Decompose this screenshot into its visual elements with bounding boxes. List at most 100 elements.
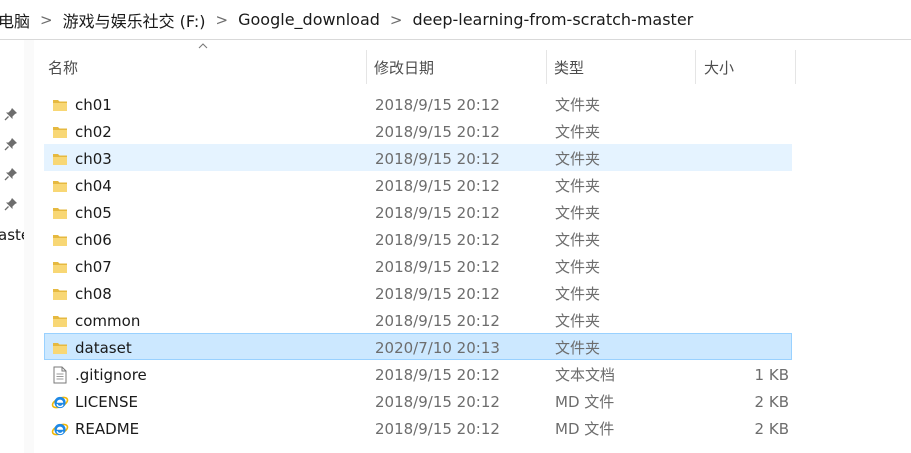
file-modified-date: 2018/9/15 20:12 <box>375 311 500 330</box>
folder-icon <box>51 199 69 226</box>
breadcrumb-chevron-icon[interactable]: > <box>206 11 239 29</box>
file-name: dataset <box>75 338 132 357</box>
file-modified-date: 2018/9/15 20:12 <box>375 419 500 438</box>
file-size <box>697 307 789 334</box>
navigation-pane: aste <box>0 40 34 453</box>
file-row[interactable]: LICENSE 2018/9/15 20:12 MD 文件 2 KB <box>44 387 792 414</box>
file-type: 文件夹 <box>555 204 601 222</box>
file-row[interactable]: ch05 2018/9/15 20:12 文件夹 <box>44 198 792 225</box>
breadcrumb-chevron-icon[interactable]: > <box>30 11 63 29</box>
breadcrumb-item[interactable]: deep-learning-from-scratch-master <box>412 8 693 31</box>
breadcrumb-item[interactable]: 游戏与娱乐社交 (F:) <box>63 6 206 34</box>
folder-icon <box>51 91 69 118</box>
file-size <box>697 253 789 280</box>
file-modified-date: 2018/9/15 20:12 <box>375 95 500 114</box>
pin-icon[interactable] <box>3 166 19 182</box>
file-modified-date: 2018/9/15 20:12 <box>375 230 500 249</box>
file-type: 文件夹 <box>555 312 601 330</box>
column-divider[interactable] <box>695 50 696 84</box>
folder-icon <box>51 226 69 253</box>
folder-icon <box>51 118 69 145</box>
pin-icon[interactable] <box>3 106 19 122</box>
pin-icon[interactable] <box>3 136 19 152</box>
pin-icon[interactable] <box>3 196 19 212</box>
folder-icon <box>51 334 69 361</box>
file-name: LICENSE <box>75 392 138 411</box>
file-row[interactable]: README 2018/9/15 20:12 MD 文件 2 KB <box>44 414 792 441</box>
file-row[interactable]: ch07 2018/9/15 20:12 文件夹 <box>44 252 792 279</box>
file-name: ch05 <box>75 203 112 222</box>
file-explorer-window: 电脑 > 游戏与娱乐社交 (F:) > Google_download > deep-lea… <box>0 0 911 453</box>
column-header-date[interactable]: 修改日期 <box>374 50 434 84</box>
file-row[interactable]: ch08 2018/9/15 20:12 文件夹 <box>44 279 792 306</box>
file-size <box>697 145 789 172</box>
file-modified-date: 2018/9/15 20:12 <box>375 257 500 276</box>
file-name: ch04 <box>75 176 112 195</box>
file-type: 文件夹 <box>555 123 601 141</box>
file-type: 文本文档 <box>555 366 616 384</box>
file-type: MD 文件 <box>555 393 615 411</box>
nav-scrollbar[interactable] <box>24 40 34 453</box>
file-modified-date: 2018/9/15 20:12 <box>375 176 500 195</box>
folder-icon <box>51 253 69 280</box>
file-size <box>697 199 789 226</box>
text-file-icon <box>51 361 69 388</box>
file-modified-date: 2018/9/15 20:12 <box>375 122 500 141</box>
file-size <box>697 172 789 199</box>
file-type: MD 文件 <box>555 420 615 438</box>
column-header-size[interactable]: 大小 <box>704 50 734 84</box>
column-divider[interactable] <box>366 50 367 84</box>
file-size <box>697 280 789 307</box>
file-name: ch07 <box>75 257 112 276</box>
file-size <box>697 118 789 145</box>
file-row[interactable]: ch02 2018/9/15 20:12 文件夹 <box>44 117 792 144</box>
folder-icon <box>51 280 69 307</box>
file-type: 文件夹 <box>555 177 601 195</box>
file-size: 2 KB <box>754 392 789 411</box>
file-row[interactable]: ch06 2018/9/15 20:12 文件夹 <box>44 225 792 252</box>
file-row[interactable]: .gitignore 2018/9/15 20:12 文本文档 1 KB <box>44 360 792 387</box>
file-type: 文件夹 <box>555 285 601 303</box>
file-name: common <box>75 311 141 330</box>
column-header-row: 名称 修改日期 类型 大小 <box>34 40 911 92</box>
folder-icon <box>51 172 69 199</box>
column-divider[interactable] <box>795 50 796 84</box>
file-size <box>697 226 789 253</box>
file-size <box>697 91 789 118</box>
file-modified-date: 2018/9/15 20:12 <box>375 392 500 411</box>
file-row[interactable]: ch01 2018/9/15 20:12 文件夹 <box>44 90 792 117</box>
sort-ascending-icon <box>198 43 208 49</box>
ie-file-icon <box>51 388 69 415</box>
file-row[interactable]: ch04 2018/9/15 20:12 文件夹 <box>44 171 792 198</box>
breadcrumb[interactable]: 电脑 > 游戏与娱乐社交 (F:) > Google_download > deep-lea… <box>0 0 911 40</box>
breadcrumb-chevron-icon[interactable]: > <box>380 11 413 29</box>
file-name: ch02 <box>75 122 112 141</box>
breadcrumb-item[interactable]: 电脑 <box>0 6 30 34</box>
file-row[interactable]: ch03 2018/9/15 20:12 文件夹 <box>44 144 792 171</box>
file-modified-date: 2018/9/15 20:12 <box>375 284 500 303</box>
file-modified-date: 2020/7/10 20:13 <box>375 338 500 357</box>
file-type: 文件夹 <box>555 339 601 357</box>
column-header-name[interactable]: 名称 <box>48 50 78 84</box>
column-header-type[interactable]: 类型 <box>554 50 584 84</box>
file-name: .gitignore <box>75 365 147 384</box>
file-row[interactable]: common 2018/9/15 20:12 文件夹 <box>44 306 792 333</box>
file-size: 1 KB <box>754 365 789 384</box>
file-name: ch03 <box>75 149 112 168</box>
column-divider[interactable] <box>546 50 547 84</box>
breadcrumb-item[interactable]: Google_download <box>238 8 380 31</box>
file-row[interactable]: dataset 2020/7/10 20:13 文件夹 <box>44 333 792 360</box>
folder-icon <box>51 145 69 172</box>
file-name: ch01 <box>75 95 112 114</box>
folder-icon <box>51 307 69 334</box>
file-type: 文件夹 <box>555 96 601 114</box>
file-name: README <box>75 419 140 438</box>
file-size <box>697 334 789 361</box>
file-size: 2 KB <box>754 419 789 438</box>
file-modified-date: 2018/9/15 20:12 <box>375 203 500 222</box>
file-modified-date: 2018/9/15 20:12 <box>375 365 500 384</box>
file-type: 文件夹 <box>555 258 601 276</box>
file-type: 文件夹 <box>555 150 601 168</box>
file-type: 文件夹 <box>555 231 601 249</box>
file-name: ch08 <box>75 284 112 303</box>
